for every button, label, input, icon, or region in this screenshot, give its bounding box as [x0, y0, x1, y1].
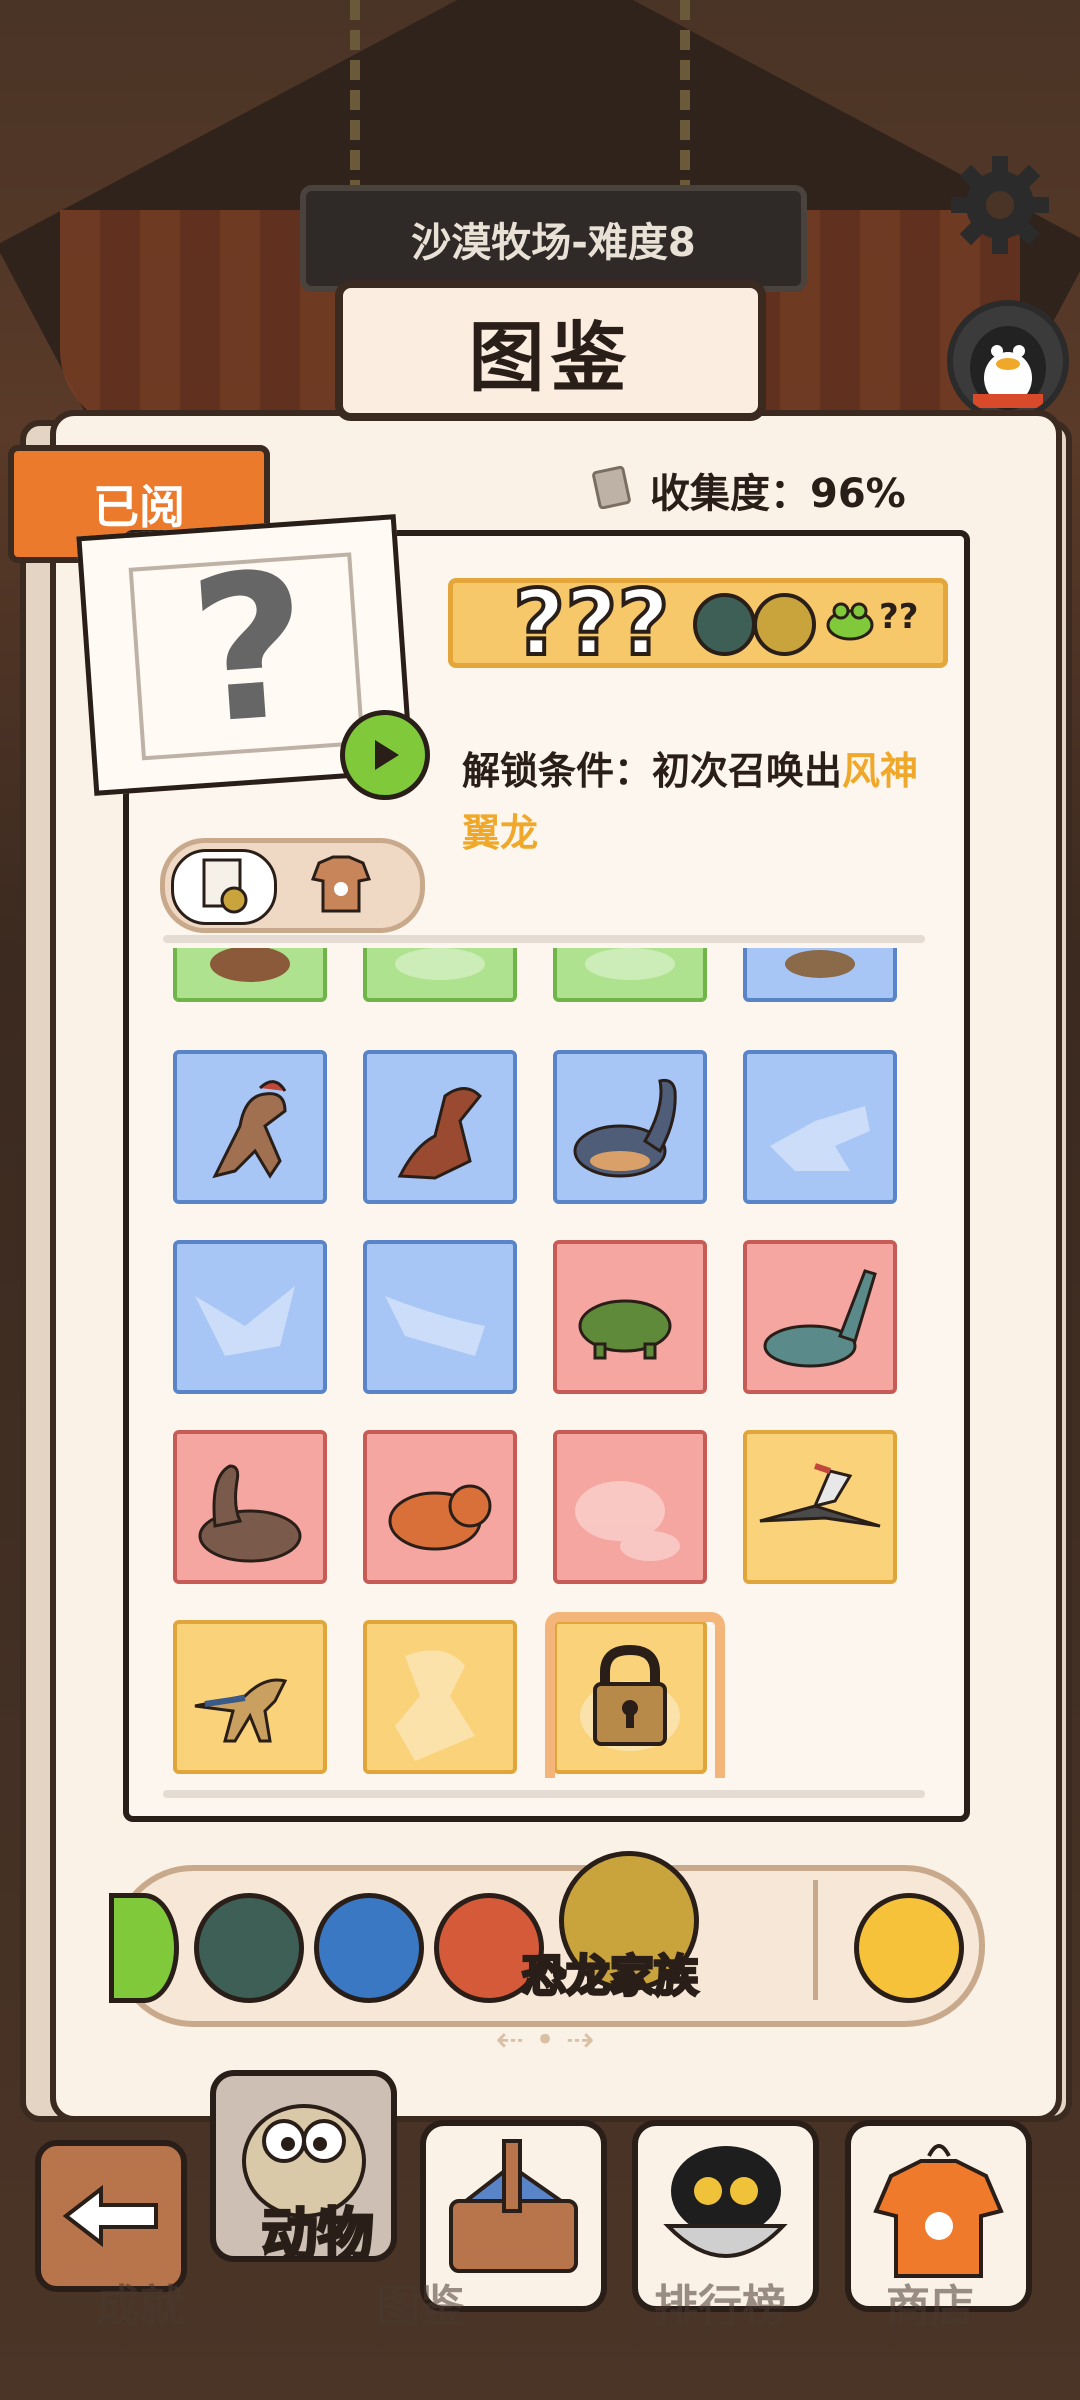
count-label: ??	[879, 597, 919, 637]
animal-card[interactable]	[553, 1240, 707, 1394]
animal-card-silhouette[interactable]	[363, 1620, 517, 1774]
view-toggle[interactable]	[160, 838, 425, 933]
dino-icon	[785, 950, 855, 978]
dino-badge-icon	[753, 593, 816, 656]
animal-card-silhouette[interactable]	[553, 948, 707, 1002]
animal-card[interactable]	[173, 1050, 327, 1204]
nav-animal-label: 动物	[260, 2202, 375, 2270]
avatar[interactable]	[947, 300, 1069, 422]
chain-left	[350, 0, 400, 200]
play-button[interactable]	[340, 710, 430, 800]
animal-card[interactable]	[173, 948, 327, 1002]
silhouette-icon	[770, 1106, 870, 1171]
ankylosaur-icon	[578, 1299, 672, 1360]
nav-shop-label: 商店	[886, 2281, 974, 2332]
unlock-condition: 解锁条件：初次召唤出风神翼龙	[462, 740, 942, 864]
divider	[163, 935, 925, 943]
page-indicator: ⇠ • ⇢	[495, 2020, 595, 2060]
silhouette-icon	[395, 1650, 475, 1761]
raptor-icon	[194, 1678, 288, 1743]
sauropod-icon	[573, 1079, 677, 1178]
category-label: 恐龙家族	[521, 1950, 700, 2004]
back-arrow-icon	[62, 2184, 158, 2248]
pteranodon-icon	[759, 1463, 881, 1528]
postosuchus-icon	[397, 1087, 483, 1180]
shirt-icon[interactable]	[291, 849, 391, 919]
animal-card-silhouette[interactable]	[743, 1050, 897, 1204]
animal-card[interactable]	[173, 1620, 327, 1774]
nav-ranking-label: 排行榜	[654, 2281, 786, 2332]
certificate-icon[interactable]	[171, 849, 277, 925]
nav-achievement-label: 成就	[96, 2281, 184, 2332]
level-title: 沙漠牧场-难度8	[300, 185, 807, 292]
selected-highlight	[545, 1612, 725, 1778]
collection-label: 收集度：96%	[650, 471, 906, 517]
animal-card-silhouette[interactable]	[553, 1430, 707, 1584]
animal-card[interactable]	[363, 1430, 517, 1584]
silhouette-icon	[395, 948, 485, 980]
divider	[163, 1790, 925, 1798]
category-bird-icon[interactable]	[314, 1893, 424, 2003]
strip-separator	[813, 1880, 818, 2000]
dino-icon	[210, 948, 290, 982]
unknown-icon: ?	[183, 528, 316, 770]
gear-icon[interactable]	[945, 150, 1055, 260]
category-paw-icon[interactable]	[194, 1893, 304, 2003]
category-all-paw-icon[interactable]	[854, 1893, 964, 2003]
animal-card-silhouette[interactable]	[173, 1240, 327, 1394]
silhouette-icon	[575, 1481, 680, 1561]
play-icon	[375, 740, 399, 770]
silhouette-icon	[385, 1296, 485, 1356]
collection-progress: 收集度：96%	[590, 455, 906, 525]
animal-card-silhouette[interactable]	[363, 1240, 517, 1394]
category-prev-icon[interactable]	[109, 1893, 179, 2003]
nav-handbook-label: 图鉴	[376, 2281, 464, 2332]
sauropod-brown-icon	[198, 1464, 302, 1563]
animal-card[interactable]	[363, 1050, 517, 1204]
frog-icon	[825, 595, 875, 649]
unlock-prefix: 解锁条件：	[462, 749, 653, 793]
triceratops-icon	[388, 1484, 492, 1551]
book-icon	[590, 461, 638, 519]
animal-card[interactable]	[743, 1240, 897, 1394]
animal-card[interactable]	[173, 1430, 327, 1584]
animal-name: ???	[511, 569, 672, 678]
paw-badge-icon	[693, 593, 756, 656]
brachiosaurus-icon	[763, 1269, 877, 1368]
chain-right	[680, 0, 730, 200]
dilophosaurus-icon	[212, 1080, 287, 1179]
animal-grid	[163, 948, 923, 1778]
animal-card[interactable]	[553, 1050, 707, 1204]
animal-card-silhouette[interactable]	[363, 948, 517, 1002]
animal-card[interactable]	[743, 948, 897, 1002]
silhouette-icon	[585, 948, 675, 980]
animal-card[interactable]	[743, 1430, 897, 1584]
unlock-text: 初次召唤出	[652, 749, 843, 793]
name-bar: ??? ??	[448, 569, 948, 678]
page-title: 图鉴	[335, 280, 766, 421]
silhouette-icon	[195, 1286, 295, 1356]
